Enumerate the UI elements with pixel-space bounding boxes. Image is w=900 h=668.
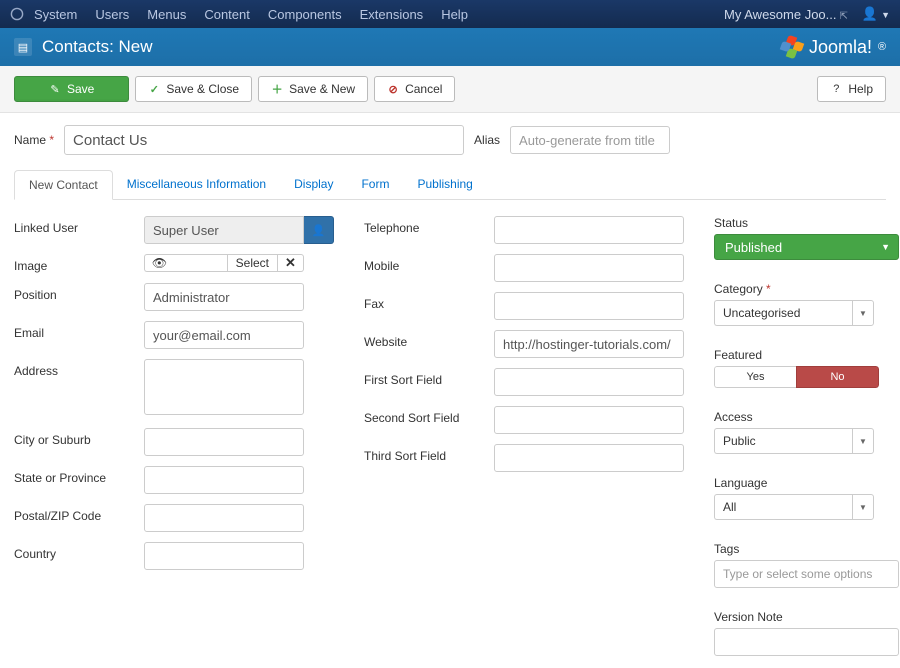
- website-label: Website: [364, 330, 494, 349]
- image-path: [174, 254, 227, 272]
- user-menu[interactable]: 👤▼: [862, 6, 890, 22]
- sort3-label: Third Sort Field: [364, 444, 494, 463]
- category-label: Category *: [714, 282, 894, 296]
- category-select[interactable]: Uncategorised▼: [714, 300, 874, 326]
- menu-system[interactable]: System: [34, 7, 77, 22]
- name-input[interactable]: [64, 125, 464, 155]
- apply-icon: ✎: [49, 83, 61, 95]
- position-input[interactable]: [144, 283, 304, 311]
- save-close-button[interactable]: ✓Save & Close: [135, 76, 252, 102]
- joomla-logo-icon: [781, 36, 803, 58]
- address-input[interactable]: [144, 359, 304, 415]
- postal-input[interactable]: [144, 504, 304, 532]
- version-note-input[interactable]: [714, 628, 899, 656]
- state-label: State or Province: [14, 466, 144, 485]
- chevron-down-icon: ▼: [881, 242, 890, 252]
- address-label: Address: [14, 359, 144, 378]
- cancel-button[interactable]: ⊘Cancel: [374, 76, 455, 102]
- sort1-input[interactable]: [494, 368, 684, 396]
- city-input[interactable]: [144, 428, 304, 456]
- admin-top-menu: System Users Menus Content Components Ex…: [0, 0, 900, 28]
- menu-users[interactable]: Users: [95, 7, 129, 22]
- plus-icon: ＋: [271, 83, 283, 95]
- page-title: Contacts: New: [42, 37, 781, 57]
- image-select-button[interactable]: Select: [227, 254, 278, 272]
- image-clear-button[interactable]: ✕: [278, 254, 304, 272]
- action-toolbar: ✎Save ✓Save & Close ＋Save & New ⊘Cancel …: [0, 66, 900, 113]
- select-user-button[interactable]: 👤: [304, 216, 334, 244]
- image-label: Image: [14, 254, 144, 273]
- website-input[interactable]: [494, 330, 684, 358]
- save-button[interactable]: ✎Save: [14, 76, 129, 102]
- position-label: Position: [14, 283, 144, 302]
- tab-misc-info[interactable]: Miscellaneous Information: [113, 170, 280, 200]
- title-row: Name * Alias: [14, 125, 886, 155]
- sort3-input[interactable]: [494, 444, 684, 472]
- chevron-down-icon: ▼: [852, 494, 874, 520]
- featured-toggle: Yes No: [714, 366, 879, 388]
- joomla-menu-icon: [10, 7, 24, 21]
- email-input[interactable]: [144, 321, 304, 349]
- menu-content[interactable]: Content: [204, 7, 250, 22]
- chevron-down-icon: ▼: [852, 300, 874, 326]
- postal-label: Postal/ZIP Code: [14, 504, 144, 523]
- sort2-input[interactable]: [494, 406, 684, 434]
- mobile-input[interactable]: [494, 254, 684, 282]
- save-new-button[interactable]: ＋Save & New: [258, 76, 368, 102]
- city-label: City or Suburb: [14, 428, 144, 447]
- country-input[interactable]: [144, 542, 304, 570]
- menu-components[interactable]: Components: [268, 7, 342, 22]
- external-icon: ⇱: [840, 11, 848, 22]
- check-icon: ✓: [148, 83, 160, 95]
- page-title-bar: ▤ Contacts: New Joomla!®: [0, 28, 900, 66]
- close-icon: ✕: [285, 255, 296, 271]
- country-label: Country: [14, 542, 144, 561]
- linked-user-label: Linked User: [14, 216, 144, 235]
- tags-label: Tags: [714, 542, 894, 556]
- state-input[interactable]: [144, 466, 304, 494]
- edit-tabs: New Contact Miscellaneous Information Di…: [14, 169, 886, 200]
- help-button[interactable]: ?Help: [817, 76, 886, 102]
- status-select[interactable]: Published▼: [714, 234, 899, 260]
- mobile-label: Mobile: [364, 254, 494, 273]
- email-label: Email: [14, 321, 144, 340]
- alias-input[interactable]: [510, 126, 670, 154]
- tab-display[interactable]: Display: [280, 170, 347, 200]
- help-icon: ?: [830, 83, 842, 95]
- telephone-input[interactable]: [494, 216, 684, 244]
- cancel-icon: ⊘: [387, 83, 399, 95]
- access-label: Access: [714, 410, 894, 424]
- featured-no[interactable]: No: [796, 366, 879, 388]
- name-label: Name *: [14, 133, 54, 147]
- access-select[interactable]: Public▼: [714, 428, 874, 454]
- status-label: Status: [714, 216, 894, 230]
- telephone-label: Telephone: [364, 216, 494, 235]
- language-label: Language: [714, 476, 894, 490]
- top-menu-list: System Users Menus Content Components Ex…: [34, 7, 468, 22]
- tab-new-contact[interactable]: New Contact: [14, 170, 113, 200]
- fax-input[interactable]: [494, 292, 684, 320]
- featured-yes[interactable]: Yes: [714, 366, 796, 388]
- sort1-label: First Sort Field: [364, 368, 494, 387]
- fax-label: Fax: [364, 292, 494, 311]
- tags-input[interactable]: Type or select some options: [714, 560, 899, 588]
- featured-label: Featured: [714, 348, 894, 362]
- linked-user-input: [144, 216, 304, 244]
- user-icon: 👤: [312, 224, 326, 237]
- contact-card-icon: ▤: [14, 38, 32, 56]
- menu-help[interactable]: Help: [441, 7, 468, 22]
- chevron-down-icon: ▼: [852, 428, 874, 454]
- joomla-brand: Joomla!®: [781, 36, 886, 58]
- language-select[interactable]: All▼: [714, 494, 874, 520]
- site-link[interactable]: My Awesome Joo...⇱: [724, 7, 848, 22]
- tab-form[interactable]: Form: [347, 170, 403, 200]
- menu-menus[interactable]: Menus: [147, 7, 186, 22]
- alias-label: Alias: [474, 133, 500, 147]
- menu-extensions[interactable]: Extensions: [360, 7, 424, 22]
- sort2-label: Second Sort Field: [364, 406, 494, 425]
- version-note-label: Version Note: [714, 610, 894, 624]
- eye-icon: 👁: [144, 254, 174, 272]
- tab-publishing[interactable]: Publishing: [403, 170, 486, 200]
